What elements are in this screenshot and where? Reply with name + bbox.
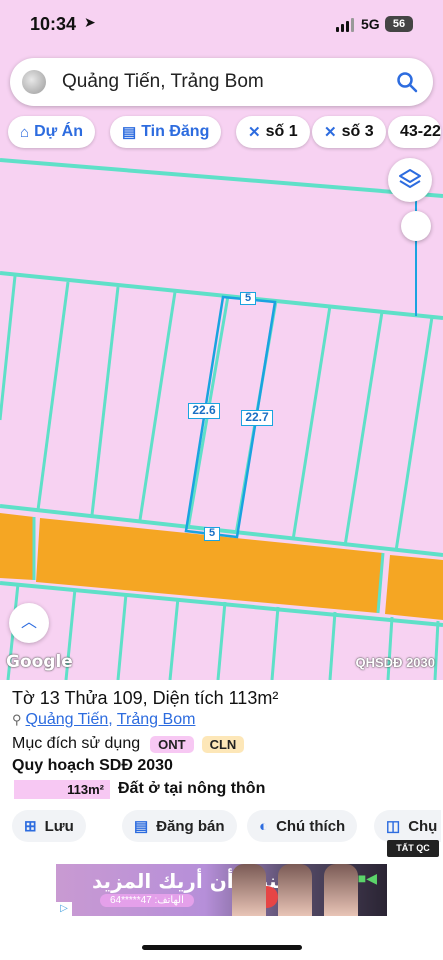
save-icon: ⊞ xyxy=(24,818,37,835)
post-listing-button[interactable]: ▤ Đăng bán xyxy=(122,810,237,842)
location-arrow-icon: ➤ xyxy=(84,14,96,30)
chip-label: số 1 xyxy=(265,123,298,140)
search-bar[interactable]: Quảng Tiến, Trảng Bom xyxy=(10,58,433,106)
chip-label: 43-22 xyxy=(400,123,441,140)
opacity-slider-handle[interactable] xyxy=(401,211,431,241)
parcel-info-panel: Tờ 13 Thửa 109, Diện tích 113m² ⚲ Quảng T… xyxy=(0,680,443,960)
land-use-tag-cln: CLN xyxy=(201,735,245,753)
save-label: Lưu xyxy=(44,817,74,835)
expand-panel-button[interactable]: ︿ xyxy=(9,603,49,643)
save-button[interactable]: ⊞ Lưu xyxy=(12,810,86,842)
hide-ads-button[interactable]: TẤT QC xyxy=(387,840,439,857)
ad-image xyxy=(324,864,358,916)
search-icon[interactable] xyxy=(395,70,419,94)
land-use-label: Mục đích sử dụng xyxy=(12,735,141,752)
search-input[interactable]: Quảng Tiến, Trảng Bom xyxy=(62,71,264,93)
close-x-icon: ✕ xyxy=(324,124,337,141)
capture-label: Chụ xyxy=(408,817,438,835)
legend-label: Chú thích xyxy=(276,817,346,835)
plan-title: Quy hoạch SDĐ 2030 xyxy=(12,757,173,774)
post-listing-label: Đăng bán xyxy=(156,817,225,835)
cellular-signal-icon xyxy=(336,18,354,32)
ad-choices-icon[interactable]: ▷ xyxy=(56,902,72,916)
land-use-row: Mục đích sử dụng ONT CLN xyxy=(12,735,245,753)
layers-icon xyxy=(399,169,421,188)
ad-banner[interactable]: يمكنني أن أريك المزيد 64*****47 :الهاتف … xyxy=(56,864,387,916)
dimension-label-top: 5 xyxy=(240,292,256,305)
project-icon: ⌂ xyxy=(20,123,30,141)
ad-phone: 64*****47 :الهاتف xyxy=(100,894,194,907)
action-bar: ⊞ Lưu ▤ Đăng bán ◐ Chú thích ◫ Chụ xyxy=(12,810,443,844)
district-link[interactable]: Trảng Bom xyxy=(117,711,196,728)
dimension-label-right: 22.7 xyxy=(241,410,273,426)
avatar[interactable] xyxy=(22,70,46,94)
listing-icon: ▤ xyxy=(122,124,137,141)
road-segment xyxy=(385,555,443,620)
camera-icon: ◫ xyxy=(386,818,401,835)
google-attribution: Google xyxy=(6,652,73,672)
parcel-title: Tờ 13 Thửa 109, Diện tích 113m² xyxy=(12,688,279,708)
network-type: 5G xyxy=(361,16,380,32)
parcel-location: ⚲ Quảng Tiến, Trảng Bom xyxy=(12,711,195,729)
chip-du-an[interactable]: ⌂ Dự Án xyxy=(8,116,95,148)
post-listing-icon: ▤ xyxy=(134,818,149,835)
plan-description: Đất ở tại nông thôn xyxy=(118,780,266,797)
chip-so-1[interactable]: ✕ số 1 xyxy=(236,116,310,148)
road-segment xyxy=(0,513,34,580)
location-separator: , xyxy=(108,711,117,728)
capture-button[interactable]: ◫ Chụ xyxy=(374,810,442,842)
chip-43-22[interactable]: 43-22 xyxy=(388,116,441,148)
chip-so-3[interactable]: ✕ số 3 xyxy=(312,116,386,148)
layers-button[interactable] xyxy=(388,158,432,202)
status-time: 10:34 xyxy=(30,14,77,34)
location-pin-icon: ⚲ xyxy=(12,712,22,727)
home-indicator[interactable] xyxy=(142,945,302,950)
ward-link[interactable]: Quảng Tiến xyxy=(26,711,109,728)
plan-area-swatch: 113m² xyxy=(14,779,110,799)
ad-image xyxy=(278,864,312,916)
status-bar: 10:34 ➤ 5G 56 xyxy=(0,0,443,50)
chip-label: số 3 xyxy=(341,123,374,140)
close-x-icon: ✕ xyxy=(248,124,261,141)
filter-chips: ⌂ Dự Án ▤ Tin Đăng ✕ số 1 ✕ số 3 43-22 xyxy=(8,116,443,148)
land-use-tag-ont: ONT xyxy=(150,735,194,753)
chip-label: Tin Đăng xyxy=(141,123,210,140)
dimension-label-left: 22.6 xyxy=(188,403,220,419)
legend-icon: ◐ xyxy=(259,817,269,835)
plan-row: 113m² Đất ở tại nông thôn xyxy=(14,779,265,799)
map-layer-label: QHSDĐ 2030 xyxy=(355,655,435,670)
chip-tin-dang[interactable]: ▤ Tin Đăng xyxy=(110,116,222,148)
battery-icon: 56 xyxy=(385,16,413,32)
ad-image xyxy=(232,864,266,916)
video-camera-icon: ■◀ xyxy=(357,870,377,886)
dimension-label-bottom: 5 xyxy=(204,527,220,541)
legend-button[interactable]: ◐ Chú thích xyxy=(247,810,358,842)
chevron-up-icon: ︿ xyxy=(20,614,37,631)
chip-label: Dự Án xyxy=(34,123,83,140)
